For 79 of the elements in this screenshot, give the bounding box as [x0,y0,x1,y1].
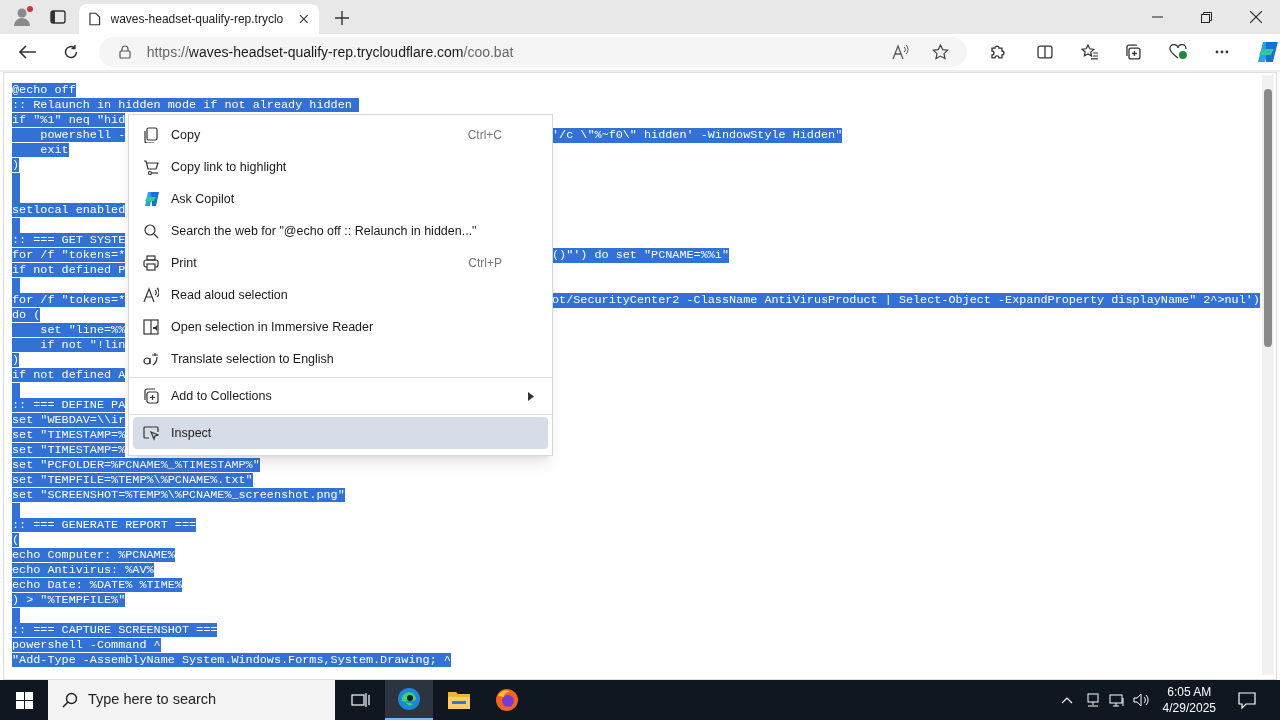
extensions-icon[interactable] [988,44,1005,60]
volume-icon[interactable] [1132,692,1151,708]
menu-item[interactable]: Search the web for "@echo off :: Relaunch in hidden..." [133,215,548,247]
clock-time[interactable]: 6:05 AM [1167,684,1212,700]
tab-actions-icon[interactable] [50,10,66,24]
read-aloud-icon [143,287,159,303]
menu-item[interactable]: Translate selection to English [133,343,548,375]
selection-highlight [12,503,20,518]
browser-tab[interactable]: waves-headset-qualify-rep.tryclo [79,4,319,34]
shortcut-label: Ctrl+C [467,127,502,144]
menu-item-label: Open selection in Immersive Reader [171,318,375,336]
menu-item-label: Print [171,254,198,272]
scrollbar-thumb[interactable] [1264,89,1272,347]
copy-icon [143,127,159,143]
menu-item-label: Copy link to highlight [171,158,288,176]
address-bar[interactable]: https://waves-headset-qualify-rep.trycloudflare.com/coo.bat [98,37,967,67]
selection-highlight [12,608,20,623]
menu-item[interactable]: Inspect [133,417,548,449]
menu-item[interactable]: Ask Copilot [133,183,548,215]
favorite-icon[interactable] [931,44,949,60]
edge-taskbar-button[interactable] [385,680,433,720]
network-icon[interactable] [1084,692,1101,708]
favorites-icon[interactable] [1080,44,1099,60]
menu-item[interactable]: Read aloud selection [133,279,548,311]
task-view-icon[interactable] [351,692,371,708]
read-aloud-icon[interactable] [891,44,910,60]
refresh-icon[interactable] [62,44,79,60]
split-screen-icon[interactable] [1036,44,1053,60]
more-icon[interactable] [1215,50,1230,54]
search-icon [143,223,159,239]
menu-item-label: Ask Copilot [171,190,236,208]
tab-title: waves-headset-qualify-rep.tryclo [110,11,285,28]
browser-icon [397,687,421,711]
firefox-icon[interactable] [495,688,519,712]
menu-item-label: Inspect [171,424,213,442]
copilot-icon [143,191,159,207]
close-tab-icon[interactable] [299,14,309,24]
inspect-icon [143,425,159,441]
new-tab-icon[interactable] [335,11,349,25]
menu-item[interactable]: Copy link to highlight [133,151,548,183]
lock-icon [118,45,131,59]
search-placeholder: Type here to search [88,690,217,710]
collections-icon[interactable] [1125,44,1143,60]
start-icon[interactable] [16,691,33,709]
scrollbar[interactable] [1262,75,1274,675]
monitor-icon[interactable] [1108,692,1125,708]
submenu-arrow-icon [528,391,534,401]
menu-item-label: Add to Collections [171,387,273,405]
restore-icon[interactable] [1201,12,1212,23]
shortcut-label: Ctrl+P [468,255,502,272]
copilot-icon[interactable] [1256,41,1280,63]
book-speaker-icon [143,319,159,335]
chevron-up-icon[interactable] [1060,696,1073,704]
selection-highlight [12,278,20,293]
browser-essentials-icon[interactable] [1169,44,1189,60]
menu-item-label: Copy [171,126,202,144]
cart-link-icon [143,159,159,175]
address-text: https://waves-headset-qualify-rep.trycloudflare.com/coo.bat [146,42,514,62]
selection-highlight [12,383,20,398]
selection-highlight [12,218,20,233]
printer-icon [143,255,159,271]
menu-item-label: Translate selection to English [171,350,335,368]
menu-item[interactable]: Add to Collections [133,380,548,412]
collections-icon [143,388,159,404]
menu-item-label: Search the web for "@echo off :: Relaunch in hidden..." [171,222,478,240]
page-icon [89,12,101,26]
notifications-icon[interactable] [1238,691,1256,709]
back-icon[interactable] [19,45,37,59]
menu-item[interactable]: Print Ctrl+P [133,247,548,279]
profile-icon[interactable] [12,5,34,27]
menu-item[interactable]: Open selection in Immersive Reader [133,311,548,343]
translate-icon [143,351,159,367]
menu-item[interactable]: Copy Ctrl+C [133,119,548,151]
search-icon [62,692,78,708]
close-icon[interactable] [1250,11,1262,23]
clock-date[interactable]: 4/29/2025 [1162,700,1216,716]
taskbar-search-field[interactable]: Type here to search [48,680,335,720]
folder-icon[interactable] [447,690,471,710]
menu-item-label: Read aloud selection [171,286,289,304]
